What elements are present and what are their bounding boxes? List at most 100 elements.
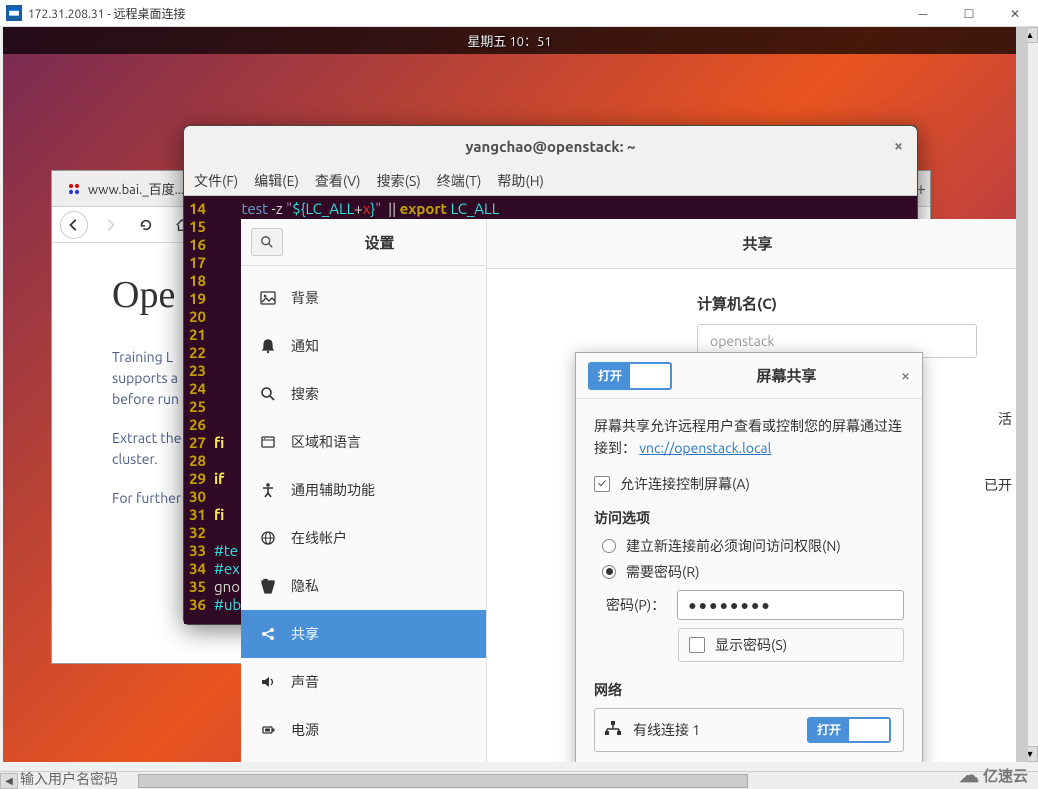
sidebar-item-background[interactable]: 背景 bbox=[241, 274, 486, 322]
sidebar-item-online[interactable]: 在线帐户 bbox=[241, 514, 486, 562]
line-number: 27 bbox=[184, 434, 214, 452]
sidebar-item-label: 隐私 bbox=[291, 576, 319, 596]
sidebar-item-label: 通知 bbox=[291, 336, 319, 356]
network-connection-toggle[interactable]: 打开 bbox=[807, 717, 891, 743]
menu-view[interactable]: 查看(V) bbox=[315, 171, 361, 191]
scroll-thumb[interactable] bbox=[138, 774, 748, 788]
code-content: fi bbox=[214, 506, 224, 524]
reload-button[interactable] bbox=[132, 211, 160, 239]
dialog-description: 屏幕共享允许远程用户查看或控制您的屏幕通过连接到： vnc://openstac… bbox=[594, 415, 904, 460]
computer-name-label: 计算机名(C) bbox=[697, 293, 988, 314]
allow-control-checkbox[interactable] bbox=[594, 476, 610, 492]
radio-ask-permission[interactable] bbox=[602, 539, 616, 553]
password-input[interactable]: ●●●●●●●● bbox=[677, 590, 904, 620]
sidebar-item-power[interactable]: 电源 bbox=[241, 706, 486, 754]
maximize-button[interactable]: ☐ bbox=[946, 0, 992, 27]
rdp-title: 172.31.208.31 - 远程桌面连接 bbox=[28, 5, 186, 22]
allow-control-row[interactable]: 允许连接控制屏幕(A) bbox=[594, 474, 904, 494]
radio-ask-row[interactable]: 建立新连接前必须询问访问权限(N) bbox=[602, 536, 904, 556]
line-number: 28 bbox=[184, 452, 214, 470]
line-number: 36 bbox=[184, 596, 214, 614]
radio-password-row[interactable]: 需要密码(R) bbox=[602, 562, 904, 582]
sound-icon bbox=[259, 673, 277, 691]
ubuntu-topbar[interactable]: 星期五 10：51 bbox=[3, 27, 1016, 54]
menu-edit[interactable]: 编辑(E) bbox=[254, 171, 299, 191]
dialog-header: 打开 屏幕共享 × bbox=[576, 353, 922, 399]
right-status-active: 活 bbox=[998, 409, 1012, 429]
forward-button[interactable] bbox=[96, 211, 124, 239]
line-number: 33 bbox=[184, 542, 214, 560]
line-number: 31 bbox=[184, 506, 214, 524]
terminal-title: yangchao@openstack: ~ bbox=[466, 138, 636, 155]
radio-require-password[interactable] bbox=[602, 565, 616, 579]
sidebar-item-bell[interactable]: 通知 bbox=[241, 322, 486, 370]
sidebar-item-privacy[interactable]: 隐私 bbox=[241, 562, 486, 610]
toggle-handle bbox=[630, 364, 670, 388]
code-content: if bbox=[214, 470, 224, 488]
sidebar-item-globe[interactable]: 区域和语言 bbox=[241, 418, 486, 466]
line-number: 15 bbox=[184, 218, 214, 236]
dialog-body: 屏幕共享允许远程用户查看或控制您的屏幕通过连接到： vnc://openstac… bbox=[576, 399, 922, 762]
browser-tab-title: www.bai._百度... bbox=[88, 179, 184, 198]
power-icon bbox=[259, 721, 277, 739]
minimize-button[interactable]: ─ bbox=[900, 0, 946, 27]
line-number: 21 bbox=[184, 326, 214, 344]
toggle-on-label: 打开 bbox=[590, 364, 630, 388]
radio-password-label: 需要密码(R) bbox=[626, 562, 700, 582]
settings-sidebar: 设置 背景通知搜索区域和语言通用辅助功能在线帐户隐私共享声音电源 bbox=[241, 219, 487, 762]
settings-search-button[interactable] bbox=[251, 228, 283, 256]
show-password-row[interactable]: 显示密码(S) bbox=[678, 628, 904, 662]
sidebar-item-accessibility[interactable]: 通用辅助功能 bbox=[241, 466, 486, 514]
search-icon bbox=[259, 385, 277, 403]
line-number: 30 bbox=[184, 488, 214, 506]
line-number: 25 bbox=[184, 398, 214, 416]
show-password-checkbox[interactable] bbox=[689, 637, 705, 653]
browser-tab[interactable]: www.bai._百度... bbox=[56, 173, 194, 204]
line-number: 23 bbox=[184, 362, 214, 380]
outer-horizontal-scrollbar[interactable]: ◀ bbox=[0, 771, 1038, 789]
sidebar-item-share[interactable]: 共享 bbox=[241, 610, 486, 658]
radio-ask-label: 建立新连接前必须询问访问权限(N) bbox=[626, 536, 841, 556]
screen-sharing-dialog: 打开 屏幕共享 × 屏幕共享允许远程用户查看或控制您的屏幕通过连接到： vnc:… bbox=[575, 352, 923, 762]
globe-icon bbox=[259, 433, 277, 451]
settings-sidebar-header: 设置 bbox=[241, 219, 486, 266]
background-icon bbox=[259, 289, 277, 307]
access-options-title: 访问选项 bbox=[594, 508, 904, 528]
line-number: 34 bbox=[184, 560, 214, 578]
rdp-icon bbox=[6, 5, 22, 21]
search-icon bbox=[260, 235, 274, 249]
terminal-titlebar[interactable]: yangchao@openstack: ~ × bbox=[184, 126, 917, 166]
line-number: 19 bbox=[184, 290, 214, 308]
rdp-titlebar: 172.31.208.31 - 远程桌面连接 ─ ☐ ✕ bbox=[0, 0, 1038, 27]
code-content: fi bbox=[214, 434, 224, 452]
menu-search[interactable]: 搜索(S) bbox=[377, 171, 421, 191]
menu-terminal[interactable]: 终端(T) bbox=[437, 171, 482, 191]
code-content: #ex bbox=[214, 560, 240, 578]
line-number: 32 bbox=[184, 524, 214, 542]
rdp-window-controls: ─ ☐ ✕ bbox=[900, 0, 1038, 27]
menu-file[interactable]: 文件(F) bbox=[194, 171, 238, 191]
close-button[interactable]: ✕ bbox=[992, 0, 1038, 27]
share-icon bbox=[259, 625, 277, 643]
settings-nav-list: 背景通知搜索区域和语言通用辅助功能在线帐户隐私共享声音电源 bbox=[241, 266, 486, 762]
accessibility-icon bbox=[259, 481, 277, 499]
terminal-close-icon[interactable]: × bbox=[894, 137, 903, 155]
bell-icon bbox=[259, 337, 277, 355]
sharing-master-toggle[interactable]: 打开 bbox=[588, 362, 672, 390]
dialog-close-button[interactable]: × bbox=[901, 367, 910, 385]
sidebar-item-sound[interactable]: 声音 bbox=[241, 658, 486, 706]
network-connection-row: 有线连接 1 打开 bbox=[594, 708, 904, 752]
vnc-link[interactable]: vnc://openstack.local bbox=[639, 440, 771, 456]
back-button[interactable] bbox=[60, 211, 88, 239]
sidebar-item-label: 在线帐户 bbox=[291, 528, 347, 548]
scroll-left-arrow[interactable]: ◀ bbox=[0, 773, 18, 789]
code-content: #ub bbox=[214, 596, 241, 614]
settings-main-title: 共享 bbox=[487, 219, 1028, 269]
code-content: gno bbox=[214, 578, 240, 596]
menu-help[interactable]: 帮助(H) bbox=[497, 171, 544, 191]
sidebar-item-search[interactable]: 搜索 bbox=[241, 370, 486, 418]
sidebar-item-label: 搜索 bbox=[291, 384, 319, 404]
cloud-icon: ☁ bbox=[959, 763, 979, 787]
sidebar-item-label: 背景 bbox=[291, 288, 319, 308]
line-number: 16 bbox=[184, 236, 214, 254]
